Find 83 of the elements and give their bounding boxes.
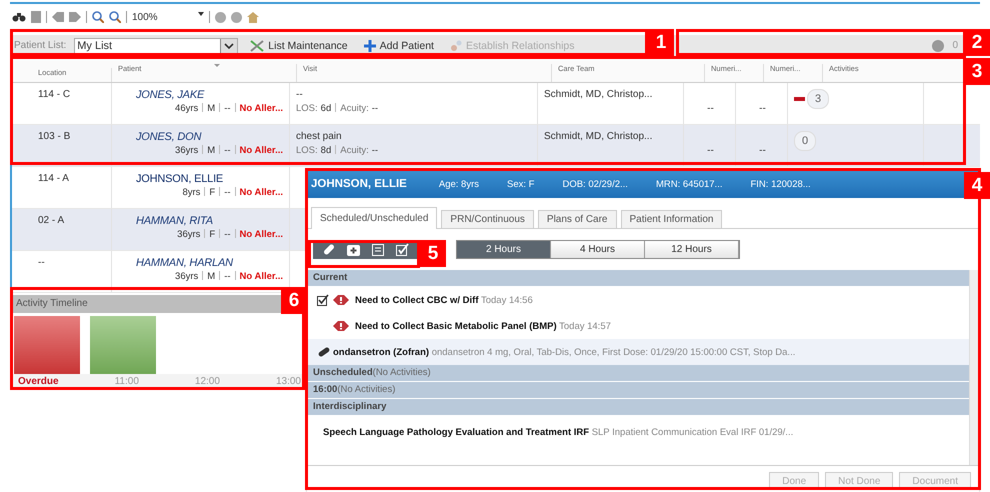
section-header[interactable]: Unscheduled(No Activities) — [307, 365, 969, 382]
timeline-label: 11:00 — [114, 375, 139, 389]
patient-fact: Sex: F — [507, 178, 534, 190]
allergy-text: No Aller... — [240, 271, 283, 282]
activity-item[interactable]: Speech Language Pathology Evaluation and Treatment IRF SLP Inpatient Communication Eval IRF 01/29/... — [323, 426, 794, 438]
los-value: 6d — [320, 103, 332, 114]
time-range-button[interactable]: 4 Hours — [551, 240, 645, 258]
timeline-label: 12:00 — [194, 375, 220, 389]
code-text: -- — [224, 187, 231, 198]
numeric-cell: -- — [759, 103, 766, 114]
acuity-label: Acuity: — [340, 145, 369, 156]
care-team-cell: Schmidt, MD, Christop... — [544, 131, 652, 142]
callout-number: 4 — [964, 172, 990, 199]
patient-fact: FIN: 120028... — [750, 178, 811, 190]
age-text: 36yrs — [177, 229, 200, 240]
location-cell: -- — [38, 257, 45, 268]
tab[interactable]: Patient Information — [620, 210, 722, 228]
numeric-cell: -- — [759, 145, 766, 156]
patient-name-link[interactable]: JONES, DON — [136, 131, 285, 143]
los-label: LOS: — [296, 103, 318, 114]
tab[interactable]: PRN/Continuous — [441, 210, 534, 228]
visit-reason: -- — [296, 89, 303, 100]
acuity-value: -- — [372, 145, 378, 156]
callout-number: 3 — [964, 58, 990, 85]
timeline-label: Overdue — [18, 375, 59, 389]
location-cell: 103 - B — [38, 131, 70, 142]
code-text: -- — [224, 229, 231, 240]
sex-text: F — [209, 229, 216, 240]
los-label: LOS: — [296, 145, 318, 156]
age-text: 46yrs — [175, 103, 198, 114]
acuity-value: -- — [372, 103, 378, 114]
age-text: 36yrs — [175, 271, 198, 282]
callout-number: 2 — [964, 29, 990, 56]
toolbar-button[interactable]: Add Patient — [360, 40, 438, 52]
patient-name-link[interactable]: JOHNSON, ELLIE — [136, 173, 285, 185]
patient-name: JOHNSON, ELLIE — [311, 178, 407, 190]
allergy-text: No Aller... — [240, 145, 283, 156]
time-range-button[interactable]: 2 Hours — [457, 240, 551, 258]
patient-fact: Age: 8yrs — [438, 178, 479, 190]
sex-text: M — [207, 145, 216, 156]
patient-list-dropdown[interactable]: My List — [74, 38, 238, 54]
acuity-label: Acuity: — [340, 103, 369, 114]
callout-number: 1 — [648, 29, 674, 56]
age-text: 8yrs — [182, 187, 200, 198]
allergy-text: No Aller... — [240, 187, 283, 198]
count-label: 0 — [952, 40, 958, 51]
allergy-text: No Aller... — [240, 229, 283, 240]
time-range-button[interactable]: 12 Hours — [645, 240, 739, 258]
sex-text: M — [207, 271, 216, 282]
tab[interactable]: Plans of Care — [538, 210, 616, 228]
zoom-select[interactable]: 100% — [132, 12, 204, 22]
timeline-label: 13:00 — [276, 375, 301, 389]
section-header[interactable]: Interdisciplinary — [307, 399, 969, 416]
location-cell: 114 - C — [38, 89, 70, 100]
tab[interactable]: Scheduled/Unscheduled — [311, 207, 438, 229]
activity-item[interactable]: Need to Collect Basic Metabolic Panel (BMP) Today 14:57 — [355, 320, 611, 332]
code-text: -- — [224, 271, 231, 282]
patient-name-link[interactable]: HAMMAN, RITA — [136, 215, 285, 227]
care-team-cell: Schmidt, MD, Christop... — [544, 89, 652, 100]
location-cell: 114 - A — [38, 173, 69, 184]
code-text: -- — [224, 145, 231, 156]
activity-count[interactable]: 0 — [794, 131, 816, 151]
location-cell: 02 - A — [38, 215, 64, 226]
patient-name-link[interactable]: HAMMAN, HARLAN — [136, 257, 285, 269]
allergy-text: No Aller... — [240, 103, 283, 114]
visit-reason: chest pain — [296, 131, 342, 142]
sex-text: M — [207, 103, 216, 114]
toolbar-button[interactable]: List Maintenance — [246, 40, 352, 52]
patient-fact: MRN: 645017... — [656, 178, 722, 190]
activity-item[interactable]: Need to Collect CBC w/ Diff Today 14:56 — [355, 294, 533, 306]
section-header[interactable]: 16:00(No Activities) — [307, 382, 969, 399]
patient-name-link[interactable]: JONES, JAKE — [136, 89, 285, 101]
callout-number: 5 — [420, 240, 446, 267]
code-text: -- — [224, 103, 231, 114]
section-header[interactable]: Current — [307, 270, 969, 287]
patient-fact: DOB: 02/29/2... — [562, 178, 628, 190]
activity-count[interactable]: 3 — [807, 89, 829, 109]
age-text: 36yrs — [175, 145, 198, 156]
numeric-cell: -- — [707, 145, 714, 156]
los-value: 8d — [320, 145, 332, 156]
numeric-cell: -- — [707, 103, 714, 114]
patient-list-label: Patient List: — [14, 40, 66, 51]
sex-text: F — [209, 187, 216, 198]
